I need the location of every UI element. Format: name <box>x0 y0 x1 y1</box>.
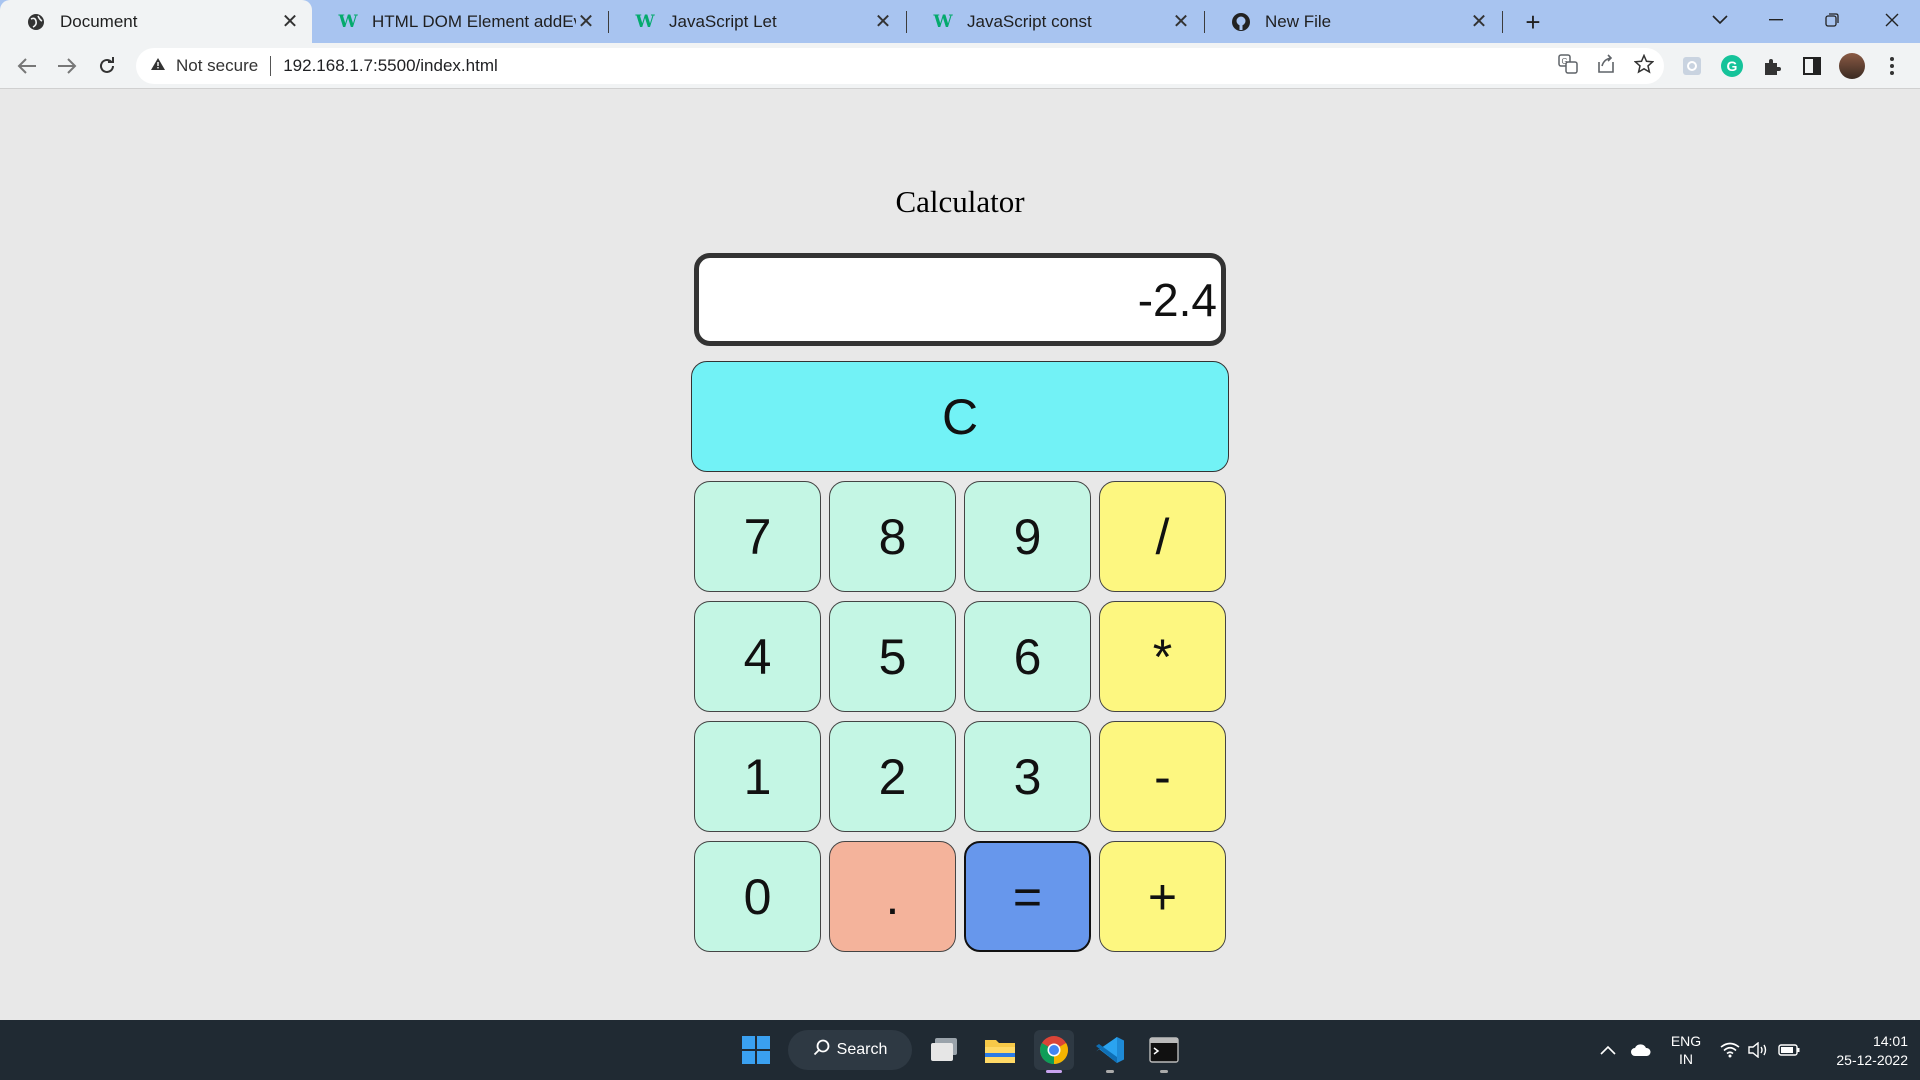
terminal-icon[interactable] <box>1144 1030 1184 1070</box>
url-text[interactable]: 192.168.1.7:5500/index.html <box>283 56 498 76</box>
key-digit-button[interactable]: 9 <box>964 481 1091 592</box>
globe-icon <box>26 12 46 32</box>
clear-button[interactable]: C <box>691 361 1229 472</box>
key-digit-button[interactable]: 3 <box>964 721 1091 832</box>
search-icon <box>813 1039 831 1062</box>
close-tab-icon[interactable]: ✕ <box>1469 11 1489 33</box>
taskbar-clock[interactable]: 14:01 25-12-2022 <box>1808 1032 1908 1070</box>
clock-time: 14:01 <box>1872 1033 1908 1049</box>
vscode-running-indicator <box>1106 1070 1114 1073</box>
key-operator-button[interactable]: + <box>1099 841 1226 952</box>
new-tab-button[interactable]: + <box>1518 7 1548 37</box>
key-digit-button[interactable]: 5 <box>829 601 956 712</box>
windows-taskbar: Search ENG IN 14:01 25-12-2022 <box>0 1020 1920 1080</box>
battery-icon[interactable] <box>1778 1020 1800 1080</box>
tab-divider <box>1502 11 1503 33</box>
side-panel-icon[interactable] <box>1792 57 1832 75</box>
page-title: Calculator <box>895 184 1025 219</box>
key-digit-button[interactable]: 0 <box>694 841 821 952</box>
address-bar[interactable]: Not secure 192.168.1.7:5500/index.html G <box>136 48 1664 84</box>
language-indicator[interactable]: ENG IN <box>1666 1032 1706 1068</box>
share-icon[interactable] <box>1596 53 1616 79</box>
file-explorer-icon[interactable] <box>980 1030 1020 1070</box>
tray-chevron-up-icon[interactable] <box>1600 1020 1616 1080</box>
extensions-puzzle-icon[interactable] <box>1752 56 1792 76</box>
taskbar-search-button[interactable]: Search <box>788 1030 912 1070</box>
restore-icon[interactable] <box>1804 0 1860 40</box>
clock-date: 25-12-2022 <box>1836 1052 1908 1068</box>
close-window-icon[interactable] <box>1864 0 1920 40</box>
key-operator-button[interactable]: * <box>1099 601 1226 712</box>
terminal-running-indicator <box>1160 1070 1168 1073</box>
profile-avatar[interactable] <box>1839 53 1865 79</box>
tab-document[interactable]: Document ✕ <box>0 0 312 43</box>
divider <box>270 56 272 76</box>
key-digit-button[interactable]: 2 <box>829 721 956 832</box>
back-arrow-icon[interactable] <box>12 51 42 81</box>
forward-arrow-icon[interactable] <box>52 51 82 81</box>
extension-gear-icon[interactable] <box>1672 56 1712 76</box>
bookmark-star-icon[interactable] <box>1633 53 1655 79</box>
warning-triangle-icon[interactable] <box>150 57 166 75</box>
key-digit-button[interactable]: 8 <box>829 481 956 592</box>
w3schools-icon: W <box>635 11 655 32</box>
tab-javascript-let[interactable]: W JavaScript Let ✕ <box>609 0 905 43</box>
key-operator-button[interactable]: - <box>1099 721 1226 832</box>
w3schools-icon: W <box>338 11 358 32</box>
tab-new-file[interactable]: New File ✕ <box>1205 0 1501 43</box>
reload-icon[interactable] <box>92 51 122 81</box>
github-icon <box>1231 12 1251 32</box>
key-operator-button[interactable]: / <box>1099 481 1226 592</box>
close-tab-icon[interactable]: ✕ <box>873 11 893 33</box>
svg-text:G: G <box>1562 57 1568 66</box>
chrome-active-indicator <box>1046 1070 1062 1073</box>
w3schools-icon: W <box>933 11 953 32</box>
windows-start-icon[interactable] <box>736 1030 776 1070</box>
key-digit-button[interactable]: 4 <box>694 601 821 712</box>
key-digit-button[interactable]: 6 <box>964 601 1091 712</box>
tab-title: New File <box>1265 11 1332 31</box>
translate-icon[interactable]: G <box>1558 53 1578 79</box>
vscode-icon[interactable] <box>1090 1030 1130 1070</box>
browser-toolbar: Not secure 192.168.1.7:5500/index.html G… <box>0 43 1920 89</box>
close-tab-icon[interactable]: ✕ <box>280 11 300 33</box>
wifi-icon[interactable] <box>1720 1020 1740 1080</box>
tab-javascript-const[interactable]: W JavaScript const ✕ <box>907 0 1203 43</box>
tab-title: JavaScript Let <box>669 11 777 31</box>
minimize-icon[interactable] <box>1748 0 1804 40</box>
tab-title: Document <box>60 11 138 31</box>
key-digit-button[interactable]: 7 <box>694 481 821 592</box>
grammarly-icon[interactable]: G <box>1721 55 1743 77</box>
tab-strip: Document ✕ W HTML DOM Element addEventLi… <box>0 0 1920 43</box>
security-label[interactable]: Not secure <box>176 56 258 76</box>
kebab-menu-icon[interactable] <box>1872 56 1912 76</box>
key-equals-button[interactable]: = <box>964 841 1091 952</box>
calculator-display[interactable]: -2.4 <box>694 253 1226 346</box>
language-label: ENG <box>1670 1033 1702 1049</box>
close-tab-icon[interactable]: ✕ <box>576 11 596 33</box>
tab-title: JavaScript const <box>967 11 1092 31</box>
chrome-icon[interactable] <box>1034 1030 1074 1070</box>
tab-title: HTML DOM Element addEventLis <box>372 11 576 31</box>
tab-addeventlistener[interactable]: W HTML DOM Element addEventLis ✕ <box>312 0 608 43</box>
onedrive-cloud-icon[interactable] <box>1630 1020 1652 1080</box>
close-tab-icon[interactable]: ✕ <box>1171 11 1191 33</box>
search-label: Search <box>836 1041 888 1058</box>
volume-icon[interactable] <box>1748 1020 1768 1080</box>
tab-search-chevron-icon[interactable] <box>1692 0 1748 40</box>
task-view-icon[interactable] <box>924 1030 964 1070</box>
key-digit-button[interactable]: 1 <box>694 721 821 832</box>
region-label: IN <box>1679 1051 1693 1067</box>
key-decimal-point-button[interactable]: . <box>829 841 956 952</box>
